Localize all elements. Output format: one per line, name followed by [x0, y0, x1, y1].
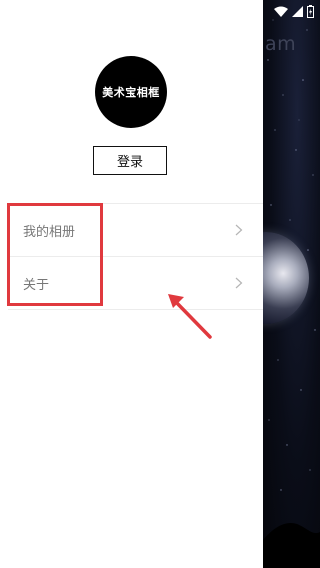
chevron-right-icon	[235, 224, 243, 236]
background-app-title: am	[265, 33, 297, 55]
menu-item-label: 我的相册	[23, 224, 76, 240]
status-bar	[274, 3, 314, 19]
divider	[8, 309, 263, 310]
side-drawer: 美术宝相框 登录 我的相册 关于	[0, 0, 263, 568]
battery-icon	[307, 4, 314, 18]
signal-icon	[292, 5, 303, 17]
menu-item-label: 关于	[23, 277, 50, 293]
chevron-right-icon	[235, 277, 243, 289]
menu-item-my-albums[interactable]: 我的相册	[8, 204, 263, 256]
avatar-text: 美术宝相框	[102, 86, 160, 99]
login-button[interactable]: 登录	[93, 146, 167, 175]
avatar[interactable]: 美术宝相框	[95, 56, 167, 128]
menu-item-about[interactable]: 关于	[8, 257, 263, 309]
hills-silhouette	[263, 522, 320, 568]
wifi-icon	[274, 6, 288, 17]
background-app: am	[263, 0, 320, 568]
